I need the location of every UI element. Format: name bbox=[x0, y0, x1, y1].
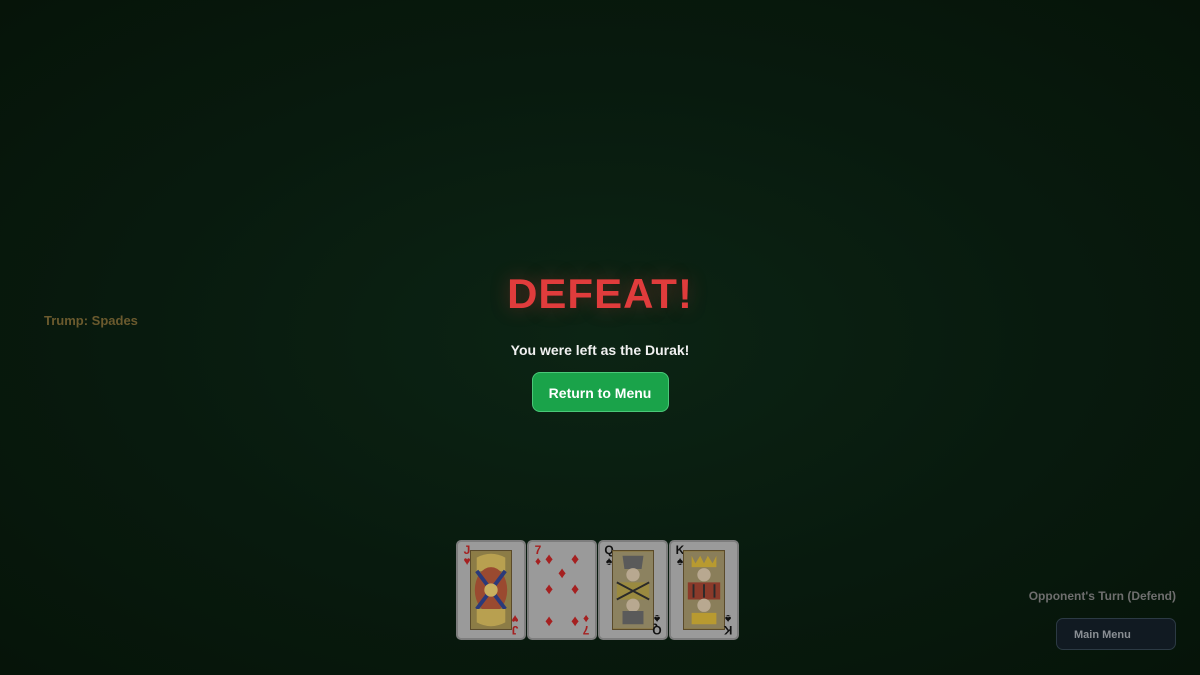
main-menu-button[interactable]: Main Menu bbox=[1056, 618, 1176, 650]
card-rank: Q ♠ bbox=[652, 612, 662, 637]
hand-card[interactable]: 7 ♦ ♦ ♦ ♦ ♦ ♦ ♦ ♦ 7 ♦ bbox=[527, 540, 597, 640]
jack-portrait-icon bbox=[470, 550, 512, 630]
result-title: DEFEAT! bbox=[507, 270, 693, 317]
king-portrait-icon bbox=[683, 550, 725, 630]
card-rank: K ♠ bbox=[723, 612, 733, 637]
queen-portrait-icon bbox=[612, 550, 654, 630]
result-message: You were left as the Durak! bbox=[510, 342, 690, 358]
game-over-overlay: DEFEAT! You were left as the Durak! Retu… bbox=[0, 260, 1200, 412]
card-rank: J ♥ bbox=[511, 612, 519, 637]
return-to-menu-button[interactable]: Return to Menu bbox=[531, 372, 669, 412]
hand-card[interactable]: Q ♠ Q ♠ bbox=[598, 540, 668, 640]
player-hand: J ♥ J ♥ 7 ♦ ♦ ♦ ♦ ♦ ♦ ♦ ♦ 7 ♦ Q ♠ Q ♠ K … bbox=[456, 540, 739, 640]
turn-status: Opponent's Turn (Defend) bbox=[1028, 589, 1176, 603]
card-rank: 7 ♦ bbox=[582, 612, 590, 637]
hand-card[interactable]: J ♥ J ♥ bbox=[456, 540, 526, 640]
hand-card[interactable]: K ♠ K ♠ bbox=[669, 540, 739, 640]
